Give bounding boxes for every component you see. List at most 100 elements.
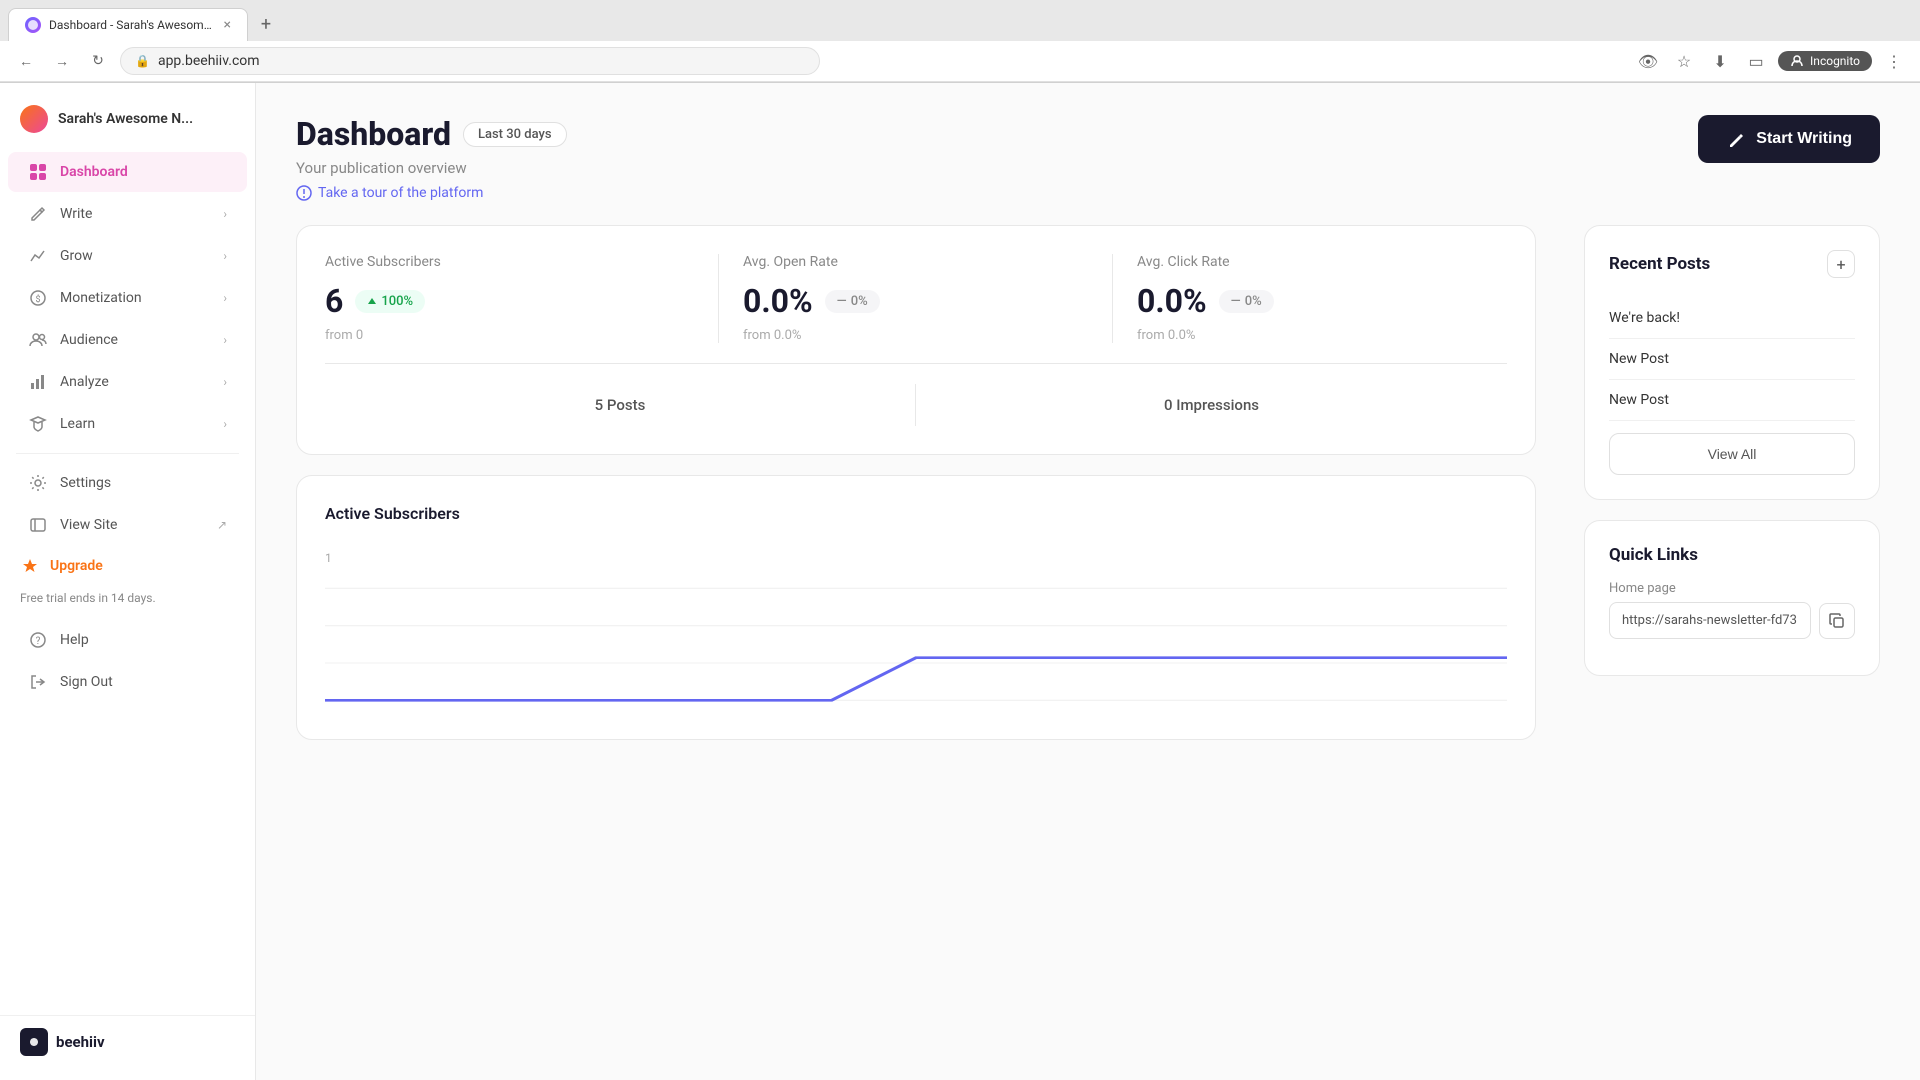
sidebar-item-analyze[interactable]: Analyze › xyxy=(8,362,247,402)
home-page-label: Home page xyxy=(1609,581,1855,596)
sidebar-item-help[interactable]: ? Help xyxy=(8,620,247,660)
incognito-badge[interactable]: Incognito xyxy=(1778,51,1872,71)
external-link-icon: ↗ xyxy=(217,518,227,532)
active-subscribers-badge: 100% xyxy=(355,290,425,313)
write-chevron-icon: › xyxy=(223,207,227,221)
analyze-label: Analyze xyxy=(60,374,109,390)
write-icon xyxy=(28,204,48,224)
new-tab-button[interactable]: + xyxy=(252,11,280,39)
avg-click-rate-from: from 0.0% xyxy=(1137,328,1483,343)
page-subtitle: Your publication overview xyxy=(296,159,567,177)
view-all-button[interactable]: View All xyxy=(1609,433,1855,475)
sidebar-item-monetization[interactable]: $ Monetization › xyxy=(8,278,247,318)
home-page-link: Home page https://sarahs-newsletter-fd73 xyxy=(1609,581,1855,639)
upgrade-icon xyxy=(20,556,40,576)
active-subscribers-value: 6 xyxy=(325,282,343,320)
posts-count: 5 Posts xyxy=(325,384,916,426)
sign-out-icon xyxy=(28,672,48,692)
sidebar-item-write[interactable]: Write › xyxy=(8,194,247,234)
sidebar-item-grow[interactable]: Grow › xyxy=(8,236,247,276)
page-title: Dashboard Last 30 days xyxy=(296,115,567,153)
chart-svg xyxy=(325,551,1507,711)
right-panel: Recent Posts + We're back! New Post New … xyxy=(1560,225,1880,740)
pub-title: Sarah's Awesome N... xyxy=(58,111,193,127)
sidebar: Sarah's Awesome N... Dashboard Write › xyxy=(0,83,256,1080)
download-icon[interactable]: ⬇ xyxy=(1706,47,1734,75)
avg-click-rate-badge: — 0% xyxy=(1219,290,1274,313)
tab-close-button[interactable]: × xyxy=(224,17,231,33)
pub-name-section[interactable]: Sarah's Awesome N... xyxy=(0,95,255,143)
learn-icon xyxy=(28,414,48,434)
monetization-icon: $ xyxy=(28,288,48,308)
dashboard-icon xyxy=(28,162,48,182)
copy-url-button[interactable] xyxy=(1819,603,1855,639)
post-item-2[interactable]: New Post xyxy=(1609,339,1855,380)
post-item-3[interactable]: New Post xyxy=(1609,380,1855,421)
avg-open-rate-value: 0.0% xyxy=(743,282,813,320)
learn-chevron-icon: › xyxy=(223,417,227,431)
pub-avatar xyxy=(20,105,48,133)
start-writing-button[interactable]: Start Writing xyxy=(1698,115,1880,163)
audience-label: Audience xyxy=(60,332,118,348)
active-subscribers-badge-text: 100% xyxy=(381,294,413,309)
beehiiv-text: beehiiv xyxy=(56,1033,105,1051)
svg-text:?: ? xyxy=(36,636,41,647)
sidebar-item-upgrade[interactable]: Upgrade xyxy=(0,546,255,586)
audience-icon xyxy=(28,330,48,350)
beehiiv-logo: beehiiv xyxy=(20,1028,105,1056)
write-label: Write xyxy=(60,206,92,222)
incognito-label: Incognito xyxy=(1810,54,1860,68)
active-subscribers-label: Active Subscribers xyxy=(325,254,694,270)
chart-title: Active Subscribers xyxy=(325,504,460,523)
sidebar-footer: beehiiv xyxy=(0,1015,255,1068)
settings-icon xyxy=(28,473,48,493)
back-button[interactable]: ← xyxy=(12,47,40,75)
main-content: Dashboard Last 30 days Your publication … xyxy=(256,83,1920,1080)
view-site-icon xyxy=(28,515,48,535)
sidebar-item-view-site[interactable]: View Site ↗ xyxy=(8,505,247,545)
sidebar-item-sign-out[interactable]: Sign Out xyxy=(8,662,247,702)
quick-links-title: Quick Links xyxy=(1609,545,1855,565)
browser-tab[interactable]: Dashboard - Sarah's Awesome N... × xyxy=(8,8,248,41)
beehiiv-icon xyxy=(20,1028,48,1056)
reload-button[interactable]: ↻ xyxy=(84,47,112,75)
sidebar-item-audience[interactable]: Audience › xyxy=(8,320,247,360)
avg-open-rate-badge: — 0% xyxy=(825,290,880,313)
analyze-icon xyxy=(28,372,48,392)
svg-text:$: $ xyxy=(35,294,40,305)
address-text: app.beehiiv.com xyxy=(158,53,260,69)
dashboard-title-text: Dashboard xyxy=(296,115,451,153)
avg-click-rate-badge-text: 0% xyxy=(1245,294,1262,309)
avg-open-rate-badge-text: 0% xyxy=(851,294,868,309)
avg-open-rate-from: from 0.0% xyxy=(743,328,1088,343)
sidebar-item-settings[interactable]: Settings xyxy=(8,463,247,503)
sidebar-divider xyxy=(16,453,239,454)
stat-avg-open-rate: Avg. Open Rate 0.0% — 0% from 0.0% xyxy=(719,254,1113,343)
address-bar[interactable]: 🔒 app.beehiiv.com xyxy=(120,47,820,75)
monetization-label: Monetization xyxy=(60,290,142,306)
forward-button[interactable]: → xyxy=(48,47,76,75)
days-badge[interactable]: Last 30 days xyxy=(463,122,567,147)
chart-y-label: 1 xyxy=(325,551,332,565)
content-area: Active Subscribers 6 100% from 0 xyxy=(296,225,1536,740)
dashboard-label: Dashboard xyxy=(60,164,128,180)
post-item-1[interactable]: We're back! xyxy=(1609,298,1855,339)
grow-icon xyxy=(28,246,48,266)
device-icon[interactable]: ▭ xyxy=(1742,47,1770,75)
recent-posts-header: Recent Posts + xyxy=(1609,250,1855,278)
more-button[interactable]: ⋮ xyxy=(1880,47,1908,75)
sidebar-item-dashboard[interactable]: Dashboard xyxy=(8,152,247,192)
bookmark-icon[interactable]: ☆ xyxy=(1670,47,1698,75)
page-header: Dashboard Last 30 days Your publication … xyxy=(296,115,1880,201)
avg-click-rate-label: Avg. Click Rate xyxy=(1137,254,1483,270)
screen-reader-icon[interactable]: 👁 xyxy=(1634,47,1662,75)
tab-favicon xyxy=(25,17,41,33)
free-trial-text: Free trial ends in 14 days. xyxy=(0,586,255,619)
sidebar-item-learn[interactable]: Learn › xyxy=(8,404,247,444)
monetization-chevron-icon: › xyxy=(223,291,227,305)
stat-active-subscribers: Active Subscribers 6 100% from 0 xyxy=(325,254,719,343)
tour-link[interactable]: Take a tour of the platform xyxy=(296,185,567,201)
add-post-button[interactable]: + xyxy=(1827,250,1855,278)
tab-title: Dashboard - Sarah's Awesome N... xyxy=(49,18,216,32)
active-subscribers-from: from 0 xyxy=(325,328,694,343)
